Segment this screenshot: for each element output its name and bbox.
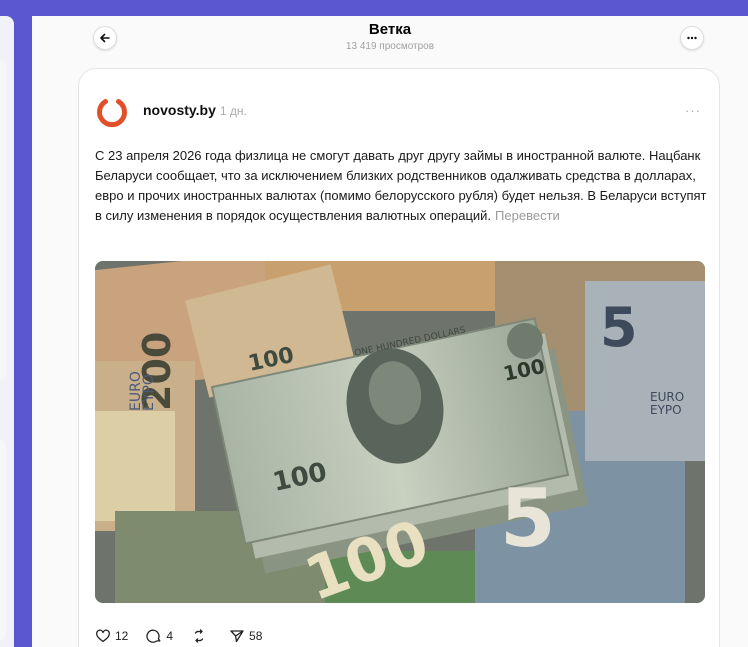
svg-text:5: 5 [600,296,638,359]
svg-text:5: 5 [500,472,556,565]
author-name[interactable]: novosty.by [143,102,216,118]
post-actions: 12 4 58 [95,627,280,645]
post-meta: novosty.by 1 дн. [143,102,247,118]
sidebar-panel [0,440,6,640]
thread-header: Ветка 13 419 просмотров [32,16,748,68]
like-button[interactable]: 12 [95,628,128,644]
post-image[interactable]: 100 100 100 ONE HUNDRED DOLLARS 200 EURO… [95,261,705,603]
comment-count: 4 [166,629,174,643]
author-avatar[interactable] [95,95,129,129]
heart-icon [96,629,110,643]
ellipsis-icon [687,36,697,40]
translate-link[interactable]: Перевести [495,208,560,223]
sidebar-panel [0,60,6,380]
repost-button[interactable] [191,628,211,644]
send-icon [230,630,244,643]
repost-icon [194,629,204,643]
share-count: 58 [249,629,263,643]
more-options-button[interactable] [680,26,704,50]
svg-text:EYPO: EYPO [650,403,682,417]
svg-text:EURO: EURO [650,390,684,404]
speech-bubble-icon [146,629,161,643]
post-text: С 23 апреля 2026 года физлица не смогут … [95,146,713,226]
like-count: 12 [115,629,129,643]
view-count: 13 419 просмотров [345,41,435,52]
share-button[interactable]: 58 [229,628,262,644]
svg-text:EYPO: EYPO [141,374,157,411]
post-more-button[interactable]: ··· [685,103,701,118]
post-card: novosty.by 1 дн. ··· С 23 апреля 2026 год… [78,68,720,647]
page-title: Ветка [368,21,412,38]
thread-view: Ветка 13 419 просмотров novosty.by 1 дн. … [32,16,748,647]
post-body: С 23 апреля 2026 года физлица не смогут … [95,148,707,223]
post-time: 1 дн. [219,104,247,118]
comment-button[interactable]: 4 [146,628,173,644]
